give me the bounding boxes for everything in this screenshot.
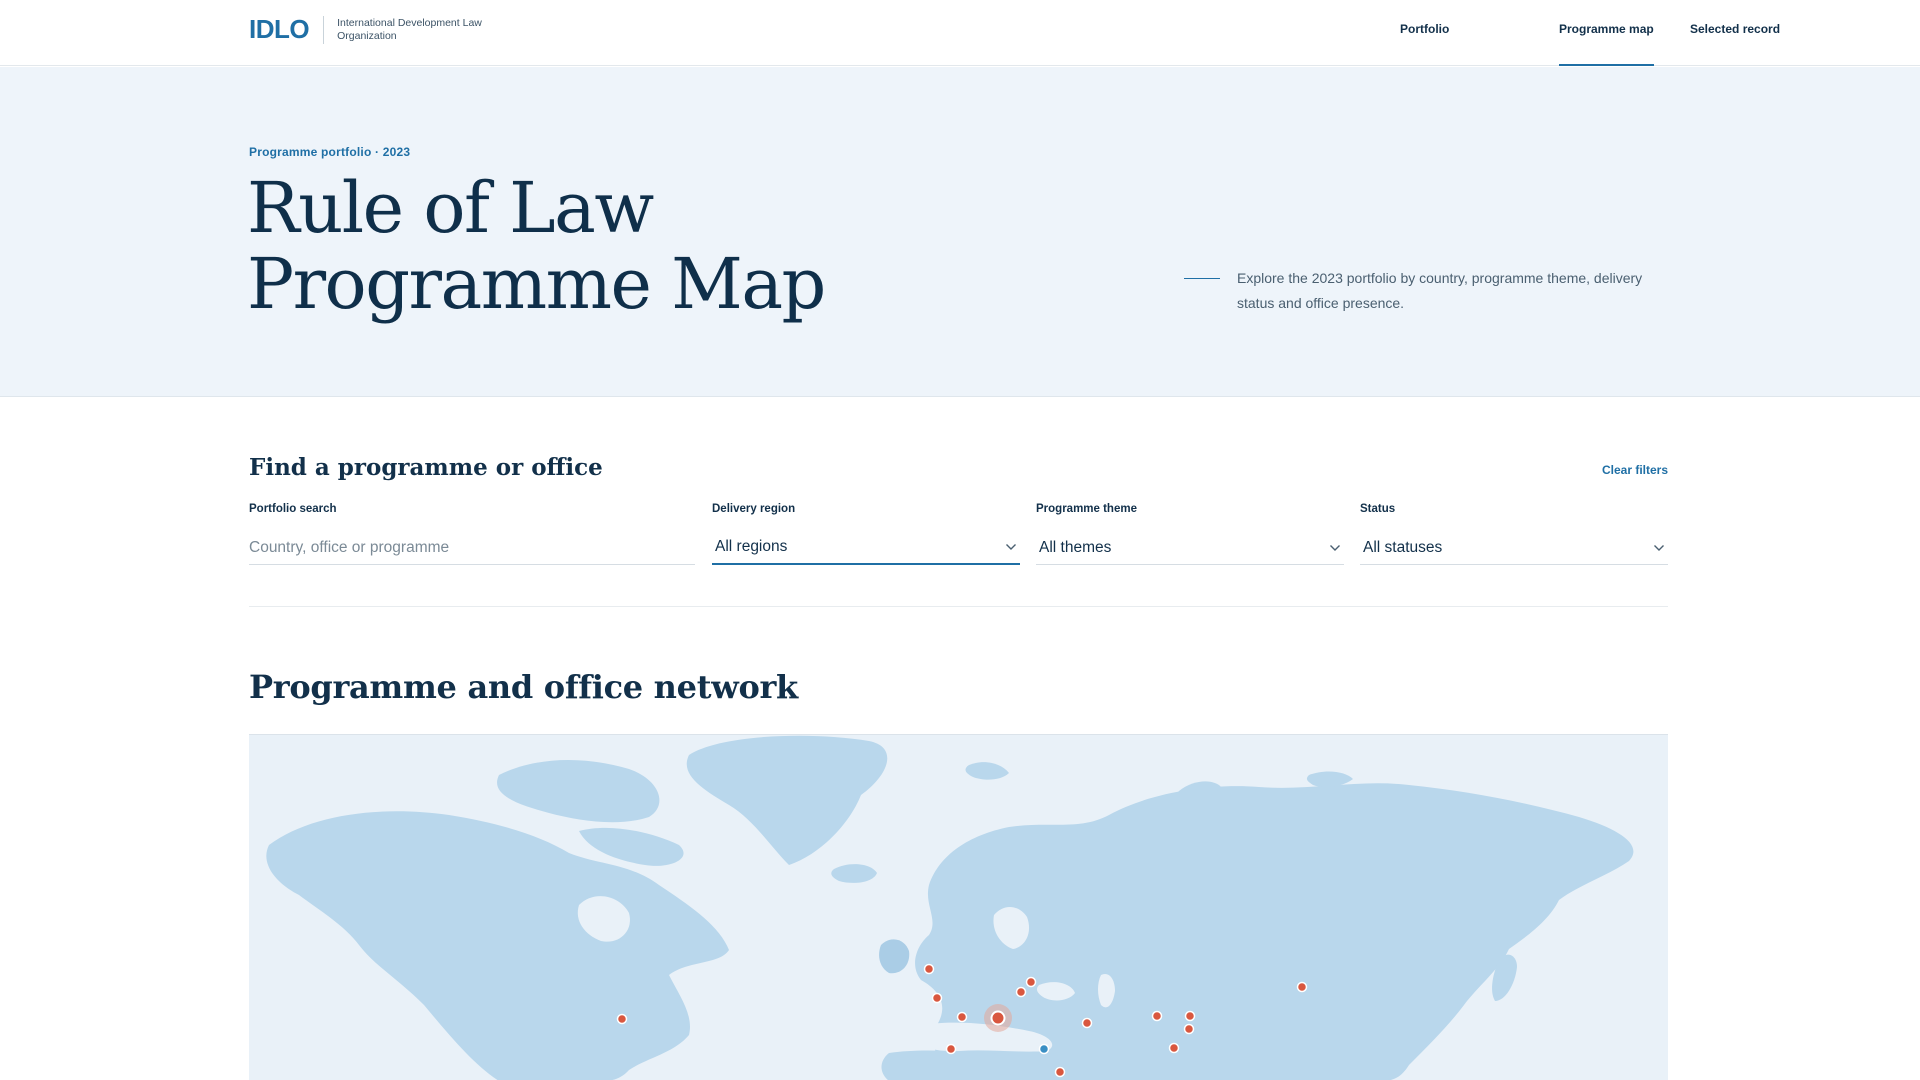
- programme-theme-select[interactable]: All themes: [1036, 531, 1344, 565]
- selected-programme-marker: [990, 1010, 1006, 1026]
- filters-title: Find a programme or office: [249, 454, 603, 481]
- logo-text: International Development Law Organizati…: [337, 16, 482, 42]
- page-title-line1: Rule of Law: [247, 167, 654, 249]
- programme-marker: [945, 1043, 957, 1055]
- hero-description: Explore the 2023 portfolio by country, p…: [1237, 270, 1643, 311]
- status-value: All statuses: [1363, 538, 1443, 556]
- portfolio-search-placeholder: Country, office or programme: [249, 538, 450, 556]
- delivery-region-label: Delivery region: [712, 503, 796, 515]
- clear-filters-link[interactable]: Clear filters: [1602, 463, 1668, 477]
- logo-divider: [323, 15, 325, 44]
- hero-divider: [1184, 278, 1220, 279]
- programme-theme-label: Programme theme: [1036, 503, 1137, 515]
- programme-marker: [923, 963, 935, 975]
- programme-marker: [1054, 1066, 1066, 1078]
- map-landmass-british-isles: [879, 939, 910, 974]
- hero-eyebrow: Programme portfolio · 2023: [249, 145, 411, 159]
- map-landmass-iceland: [831, 864, 877, 883]
- delivery-region-field: Delivery region All regions: [712, 503, 1020, 565]
- world-map: [266, 735, 1634, 1080]
- map-landmass-greenland: [686, 735, 888, 865]
- network-map[interactable]: [249, 734, 1668, 1080]
- programme-marker: [1184, 1010, 1196, 1022]
- status-label: Status: [1360, 503, 1396, 515]
- map-landmass-arctic-islands: [497, 759, 660, 823]
- programme-marker: [956, 1011, 968, 1023]
- programme-marker: [1081, 1017, 1093, 1029]
- network-title: Programme and office network: [249, 668, 798, 706]
- programme-theme-value: All themes: [1039, 538, 1112, 556]
- programme-marker: [1151, 1010, 1163, 1022]
- nav-programme-map[interactable]: Programme map: [1559, 22, 1654, 66]
- status-select[interactable]: All statuses: [1360, 531, 1668, 565]
- programme-marker: [1025, 976, 1037, 988]
- delivery-region-value: All regions: [715, 538, 788, 555]
- programme-marker: [1015, 986, 1027, 998]
- logo[interactable]: IDLO International Development Law Organ…: [249, 14, 497, 45]
- chevron-down-icon: [1002, 538, 1020, 556]
- filters-divider: [249, 606, 1668, 607]
- status-field: Status All statuses: [1360, 503, 1668, 565]
- programme-marker: [1296, 981, 1308, 993]
- page-title: Rule of Law Programme Map: [247, 167, 826, 325]
- page-title-line2: Programme Map: [247, 243, 826, 325]
- delivery-region-select[interactable]: All regions: [712, 531, 1020, 565]
- chevron-down-icon: [1650, 539, 1668, 557]
- office-marker: [1038, 1043, 1050, 1055]
- portfolio-search-label: Portfolio search: [249, 503, 337, 515]
- hero-section: Programme portfolio · 2023 Rule of Law P…: [0, 67, 1920, 397]
- programme-marker: [1183, 1023, 1195, 1035]
- nav-selected-record[interactable]: Selected record: [1690, 22, 1780, 36]
- logo-mark: IDLO: [249, 14, 310, 44]
- programme-theme-field: Programme theme All themes: [1036, 503, 1344, 565]
- programme-marker: [616, 1013, 628, 1025]
- map-landmass-svalbard: [965, 762, 1009, 780]
- portfolio-search-input[interactable]: Country, office or programme: [249, 531, 695, 565]
- programme-marker: [1168, 1042, 1180, 1054]
- portfolio-search-field: Portfolio search Country, office or prog…: [249, 503, 695, 565]
- nav-portfolio[interactable]: Portfolio: [1400, 22, 1449, 36]
- site-header: IDLO International Development Law Organ…: [0, 0, 1920, 66]
- map-landmass-arctic-islands-2: [579, 827, 684, 866]
- programme-marker: [931, 992, 943, 1004]
- chevron-down-icon: [1326, 539, 1344, 557]
